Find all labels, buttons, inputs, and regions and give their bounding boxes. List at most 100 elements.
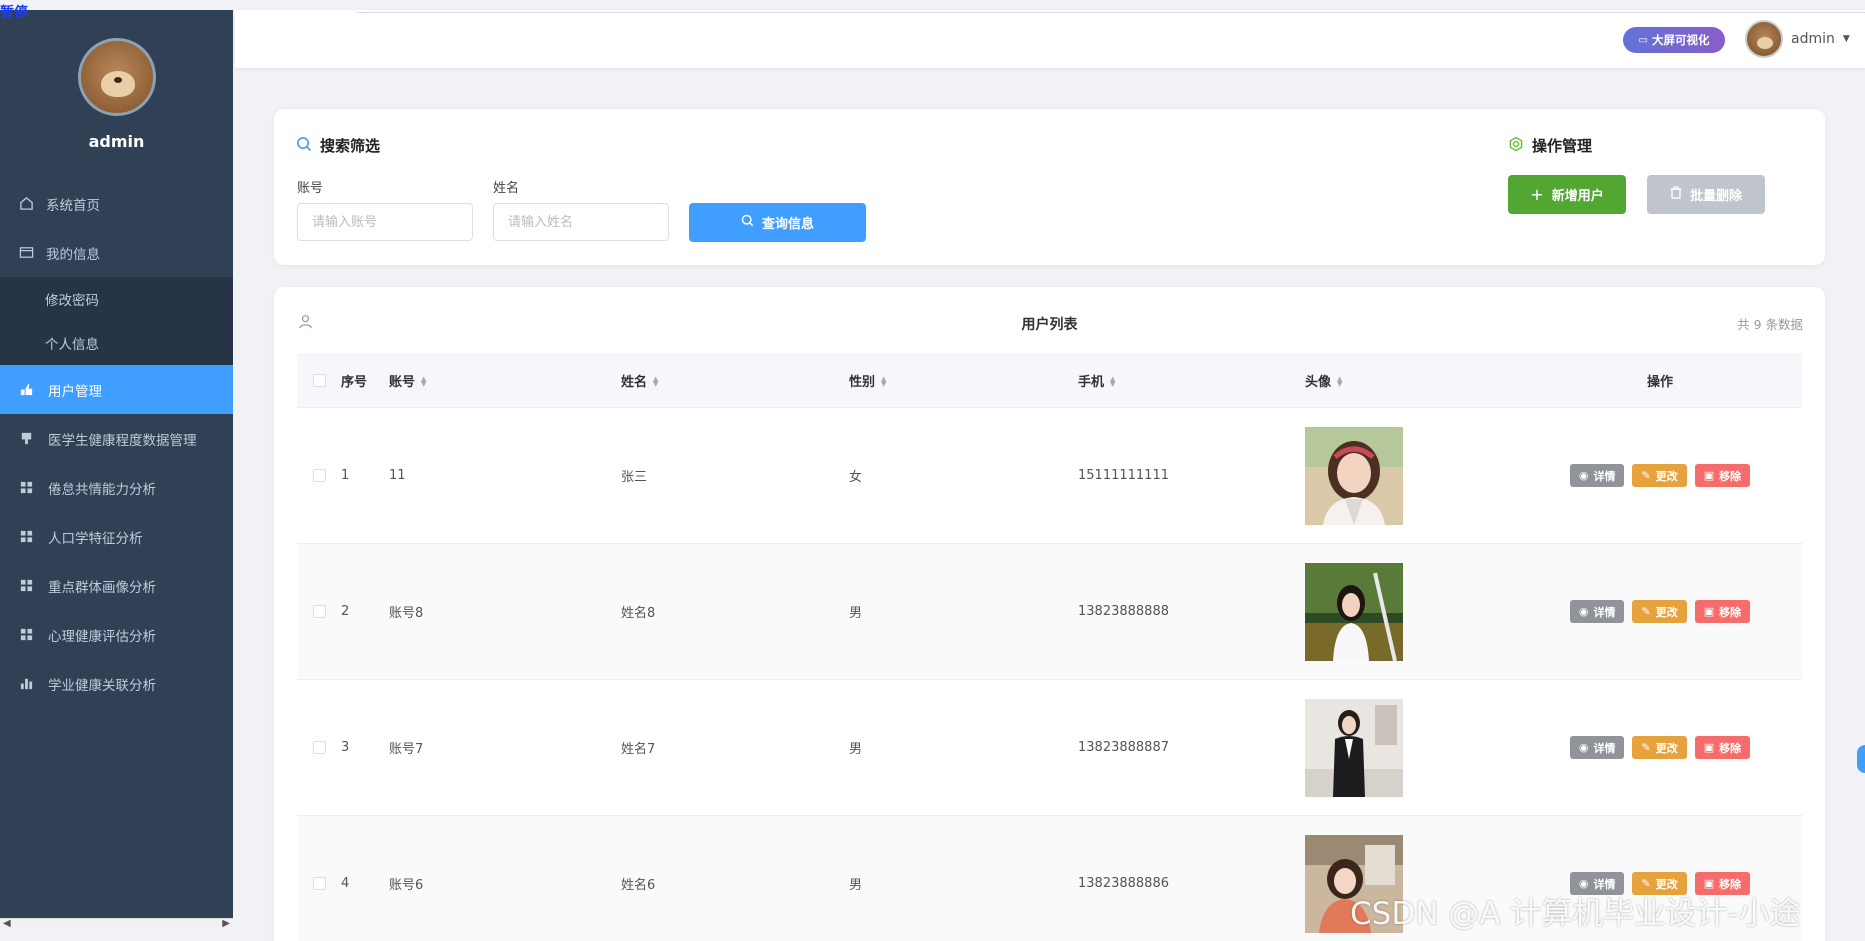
account-input[interactable] [297, 203, 473, 241]
grid-icon [18, 627, 34, 643]
add-user-button[interactable]: + 新增用户 [1508, 175, 1626, 214]
user-photo[interactable] [1305, 562, 1403, 661]
scroll-left-icon[interactable]: ◀ [3, 918, 11, 929]
sidebar-item-change-password[interactable]: 修改密码 [0, 277, 233, 321]
horizontal-scrollbar[interactable]: ◀ ▶ [0, 918, 233, 930]
search-icon [296, 136, 312, 156]
sort-icon[interactable]: ▲ ▼ [881, 376, 886, 388]
sort-icon[interactable]: ▲ ▼ [421, 376, 426, 388]
sort-icon[interactable]: ▲ ▼ [653, 376, 658, 388]
sidebar-menu: 系统首页 我的信息 修改密码 个人信息 用户管理 医学生健康程度数据管理 倦怠共… [0, 179, 233, 708]
sidebar-username: admin [88, 132, 145, 151]
detail-label: 详情 [1593, 605, 1616, 619]
sidebar-item-label: 倦怠共情能力分析 [48, 481, 156, 498]
sidebar-item-home[interactable]: 系统首页 [0, 179, 233, 228]
sidebar-item-label: 人口学特征分析 [48, 530, 143, 547]
cell-index: 4 [341, 876, 350, 891]
edit-button[interactable]: ✎ 更改 [1632, 464, 1687, 487]
col-phone-label: 手机 [1078, 374, 1105, 390]
grid-icon [18, 480, 34, 496]
detail-button[interactable]: ◉ 详情 [1569, 600, 1625, 623]
sidebar-item-user-management[interactable]: 用户管理 [0, 365, 233, 414]
sidebar-profile: admin [0, 10, 233, 151]
eye-icon: ◉ [1578, 469, 1589, 482]
col-avatar[interactable]: 头像 ▲ ▼ [1305, 371, 1518, 390]
col-account-label: 账号 [389, 374, 416, 390]
cell-phone: 15111111111 [1078, 468, 1169, 483]
col-name[interactable]: 姓名 ▲ ▼ [621, 371, 849, 390]
sidebar-item-label: 修改密码 [45, 293, 99, 309]
float-tab[interactable] [1857, 745, 1865, 773]
sidebar-item-label: 我的信息 [46, 246, 100, 263]
select-all-checkbox[interactable] [312, 373, 326, 387]
cell-gender: 女 [849, 470, 863, 485]
cell-phone: 13823888887 [1078, 740, 1169, 755]
row-checkbox[interactable] [312, 877, 326, 890]
sort-icon[interactable]: ▲ ▼ [1110, 376, 1115, 388]
name-input[interactable] [493, 203, 669, 241]
cell-gender: 男 [849, 606, 863, 621]
bigscreen-label: 大屏可视化 [1651, 33, 1710, 47]
query-button[interactable]: 查询信息 [689, 203, 866, 242]
sidebar-item-mental-health[interactable]: 心理健康评估分析 [0, 610, 233, 659]
grid-icon [18, 529, 34, 545]
sort-icon[interactable]: ▲ ▼ [1337, 376, 1342, 388]
corner-glyph: 暂停 [0, 5, 28, 21]
bar-chart-icon [18, 676, 34, 692]
col-account[interactable]: 账号 ▲ ▼ [389, 371, 621, 390]
home-icon [18, 196, 34, 212]
ops-section-title: 操作管理 [1508, 135, 1592, 156]
cell-gender: 男 [849, 878, 863, 893]
sidebar-item-demographics[interactable]: 人口学特征分析 [0, 512, 233, 561]
edit-label: 更改 [1655, 605, 1678, 619]
edit-button[interactable]: ✎ 更改 [1632, 600, 1687, 623]
sidebar-item-key-groups[interactable]: 重点群体画像分析 [0, 561, 233, 610]
table-title: 用户列表 [1021, 317, 1078, 333]
cell-account: 账号8 [389, 606, 424, 621]
scroll-right-icon[interactable]: ▶ [222, 918, 230, 929]
sidebar-item-personal-info[interactable]: 个人信息 [0, 321, 233, 365]
col-avatar-label: 头像 [1305, 374, 1332, 390]
delete-label: 移除 [1719, 469, 1742, 483]
user-dropdown[interactable]: admin ▼ [1745, 20, 1850, 58]
ops-title: 操作管理 [1532, 137, 1593, 155]
cell-index: 1 [341, 468, 350, 483]
row-checkbox[interactable] [312, 741, 326, 754]
delete-button[interactable]: ▣ 移除 [1694, 736, 1751, 759]
col-phone[interactable]: 手机 ▲ ▼ [1078, 371, 1305, 390]
row-checkbox[interactable] [312, 469, 326, 482]
delete-label: 移除 [1719, 605, 1742, 619]
sidebar-item-my-info[interactable]: 我的信息 [0, 228, 233, 277]
batch-delete-button[interactable]: 批量删除 [1647, 175, 1765, 214]
trash-icon: ▣ [1703, 469, 1715, 482]
user-photo[interactable] [1305, 426, 1403, 525]
user-photo[interactable] [1305, 698, 1403, 797]
search-icon [741, 214, 754, 231]
record-count: 共 9 条数据 [1737, 317, 1803, 332]
delete-button[interactable]: ▣ 移除 [1694, 464, 1751, 487]
detail-button[interactable]: ◉ 详情 [1569, 736, 1625, 759]
row-checkbox[interactable] [312, 605, 326, 618]
edit-label: 更改 [1655, 469, 1678, 483]
cell-name: 姓名6 [621, 878, 656, 893]
detail-button[interactable]: ◉ 详情 [1569, 464, 1625, 487]
plus-icon: + [1530, 185, 1544, 204]
sidebar-item-health-data[interactable]: 医学生健康程度数据管理 [0, 414, 233, 463]
sidebar-item-academic-health[interactable]: 学业健康关联分析 [0, 659, 233, 708]
edit-button[interactable]: ✎ 更改 [1632, 736, 1687, 759]
caret-down-icon: ▼ [1842, 34, 1850, 44]
cell-gender: 男 [849, 742, 863, 757]
eye-icon: ◉ [1578, 605, 1589, 618]
col-gender[interactable]: 性别 ▲ ▼ [849, 371, 1078, 390]
bigscreen-button[interactable]: ▭ 大屏可视化 [1623, 27, 1725, 53]
sidebar-item-burnout-empathy[interactable]: 倦怠共情能力分析 [0, 463, 233, 512]
top-header: ▭ 大屏可视化 admin ▼ [235, 10, 1865, 68]
sidebar-item-label: 医学生健康程度数据管理 [48, 432, 197, 449]
edit-icon: ✎ [1641, 741, 1651, 754]
cell-account: 账号7 [389, 742, 424, 757]
edit-icon: ✎ [1641, 605, 1651, 618]
avatar[interactable] [77, 38, 156, 116]
delete-button[interactable]: ▣ 移除 [1694, 600, 1751, 623]
cell-phone: 13823888886 [1078, 876, 1169, 891]
avatar[interactable] [1745, 20, 1783, 58]
